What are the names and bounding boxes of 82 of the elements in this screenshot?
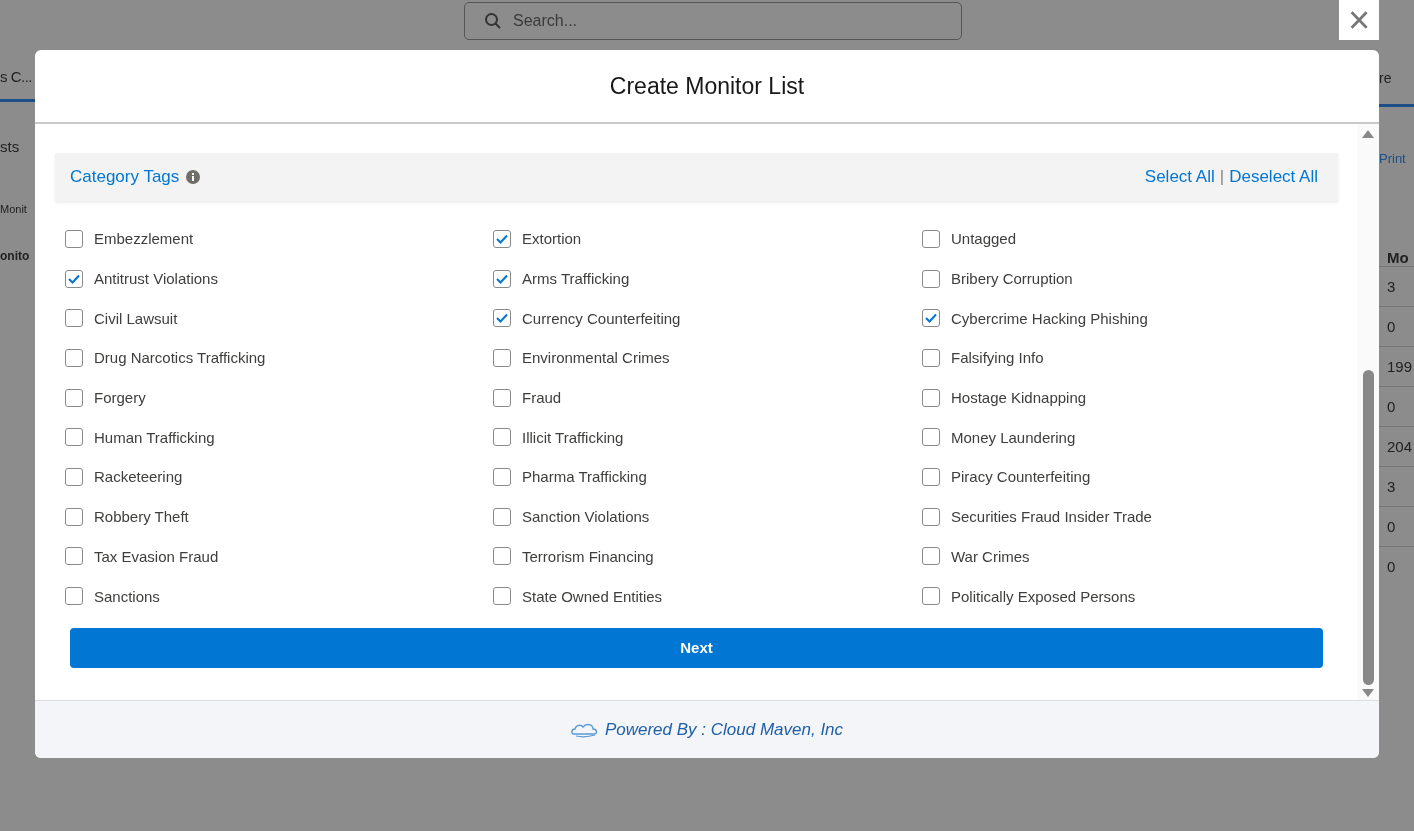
checkbox[interactable] xyxy=(493,348,511,367)
select-all-link[interactable]: Select All xyxy=(1144,167,1215,186)
checkbox[interactable] xyxy=(922,428,940,447)
checkbox[interactable] xyxy=(922,388,940,407)
scroll-down-icon[interactable] xyxy=(1362,689,1374,697)
checkbox-label: Pharma Trafficking xyxy=(522,468,647,486)
checkbox[interactable] xyxy=(65,229,83,248)
checkbox[interactable] xyxy=(65,547,83,566)
checkbox[interactable] xyxy=(493,587,511,606)
scroll-up-icon[interactable] xyxy=(1362,130,1374,138)
page-title: s C... xyxy=(0,68,33,85)
checkbox[interactable] xyxy=(493,309,511,328)
column-header: Mo xyxy=(1387,249,1410,266)
checkbox-label: Fraud xyxy=(522,389,562,407)
checkbox[interactable] xyxy=(493,547,511,566)
checkbox-label: Terrorism Financing xyxy=(522,547,654,565)
scrollbar-thumb[interactable] xyxy=(1362,370,1374,685)
tab-label: sts xyxy=(0,138,21,155)
checkbox[interactable] xyxy=(65,507,83,526)
checkbox-label: Sanction Violations xyxy=(522,508,650,526)
cloud-icon xyxy=(570,721,599,738)
checkbox-label: Politically Exposed Persons xyxy=(951,587,1136,605)
checkbox-label: Human Trafficking xyxy=(94,428,215,446)
tab-label: re xyxy=(1379,70,1393,86)
checkbox-label: Arms Trafficking xyxy=(522,270,630,288)
search-icon xyxy=(484,12,502,30)
checkbox-label: Currency Counterfeiting xyxy=(522,309,681,327)
checkbox[interactable] xyxy=(65,269,83,288)
section-title: Category Tags xyxy=(70,167,180,187)
checkbox-label: Hostage Kidnapping xyxy=(951,389,1087,407)
checkbox[interactable] xyxy=(922,467,940,486)
checkbox-label: Extortion xyxy=(522,230,582,248)
checkbox-label: Antitrust Violations xyxy=(94,270,218,288)
checkbox-label: Bribery Corruption xyxy=(951,270,1073,288)
next-button[interactable]: Next xyxy=(70,627,1323,668)
checkbox-label: Sanctions xyxy=(94,587,160,605)
checkbox[interactable] xyxy=(493,269,511,288)
search-field[interactable]: Search... xyxy=(464,2,962,40)
checkbox-label: Tax Evasion Fraud xyxy=(94,547,219,565)
checkbox[interactable] xyxy=(65,428,83,447)
checkbox[interactable] xyxy=(493,507,511,526)
checkbox[interactable] xyxy=(922,547,940,566)
checkbox-label: Civil Lawsuit xyxy=(94,309,178,327)
checkbox[interactable] xyxy=(922,507,940,526)
checkbox-label: Money Laundering xyxy=(951,428,1076,446)
footer-text: Powered By : Cloud Maven, Inc xyxy=(604,719,844,740)
checkbox[interactable] xyxy=(493,428,511,447)
checkbox-label: State Owned Entities xyxy=(522,587,663,605)
info-icon xyxy=(186,170,201,184)
checkbox[interactable] xyxy=(922,348,940,367)
checkbox-label: Embezzlement xyxy=(94,230,194,248)
checkbox[interactable] xyxy=(65,309,83,328)
deselect-all-link[interactable]: Deselect All xyxy=(1229,167,1318,186)
checkbox[interactable] xyxy=(922,269,940,288)
checkbox-label: War Crimes xyxy=(951,547,1030,565)
checkbox-label: Forgery xyxy=(94,389,146,407)
checkbox-label: Racketeering xyxy=(94,468,183,486)
checkbox-label: Robbery Theft xyxy=(94,508,189,526)
separator: | xyxy=(1219,167,1225,186)
checkbox[interactable] xyxy=(493,388,511,407)
checkbox[interactable] xyxy=(65,348,83,367)
checkbox[interactable] xyxy=(65,388,83,407)
checkbox-label: Securities Fraud Insider Trade xyxy=(951,508,1152,526)
checkbox-label: Environmental Crimes xyxy=(522,349,670,367)
checkbox-label: Drug Narcotics Trafficking xyxy=(94,349,266,367)
checkbox[interactable] xyxy=(493,467,511,486)
checkbox-label: Untagged xyxy=(951,230,1017,248)
checkbox[interactable] xyxy=(65,467,83,486)
checkbox-label: Falsifying Info xyxy=(951,349,1044,367)
checkbox[interactable] xyxy=(922,229,940,248)
checkbox-label: Illicit Trafficking xyxy=(522,428,624,446)
checkbox-label: Cybercrime Hacking Phishing xyxy=(951,309,1148,327)
checkbox[interactable] xyxy=(922,309,940,328)
checkbox[interactable] xyxy=(922,587,940,606)
scrollbar[interactable] xyxy=(1357,124,1379,700)
checkbox-label: Piracy Counterfeiting xyxy=(951,468,1091,486)
list-label: Monit xyxy=(0,203,28,215)
close-button[interactable]: × xyxy=(1339,0,1379,40)
checkbox[interactable] xyxy=(493,229,511,248)
modal-title: Create Monitor List xyxy=(609,72,805,100)
column-header: onito xyxy=(0,249,31,263)
checkbox[interactable] xyxy=(65,587,83,606)
